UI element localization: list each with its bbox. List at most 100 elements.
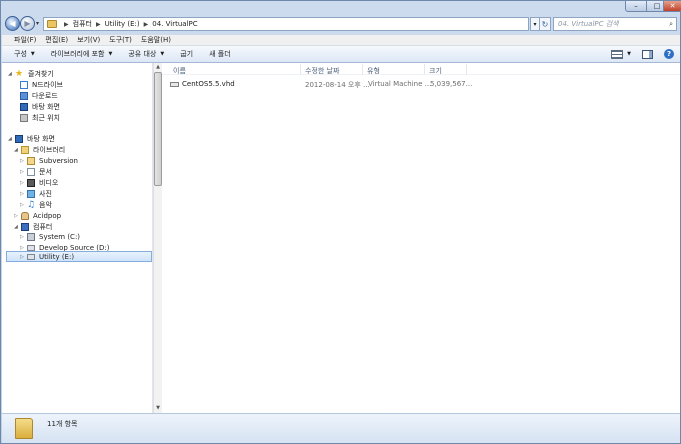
share-button[interactable]: 공유 대상 ▼ [128,49,164,59]
nav-drive-e[interactable]: ▷ Utility (E:) [6,251,152,262]
minimize-button[interactable]: – [625,1,647,12]
nav-drive-e-label: Utility (E:) [39,252,75,261]
address-bar[interactable]: ▶ 컴퓨터 ▶ Utility (E:) ▶ 04. VirtualPC [43,17,529,31]
nav-pictures[interactable]: ▷ 사진 [20,188,52,199]
chevron-down-icon: ▼ [30,51,35,57]
file-name-cell[interactable]: CentOS5.5.vhd [170,80,235,88]
column-divider[interactable] [424,64,425,74]
library-icon [21,145,29,154]
preview-pane-icon[interactable] [642,49,653,59]
navigation-pane: ◢ ★ 즐겨찾기 N드라이브 다운로드 바탕 화면 최근 위치 ◢ 바탕 화면 … [2,63,153,413]
column-divider[interactable] [466,64,467,74]
recent-pages-dropdown[interactable]: ▾ [36,20,39,27]
nav-favorites[interactable]: ◢ ★ 즐겨찾기 [8,68,54,79]
search-icon[interactable]: ⌕ [669,20,673,29]
music-icon: ♫ [27,199,36,210]
collapse-icon[interactable]: ▷ [20,245,27,251]
nav-desktop-fav[interactable]: 바탕 화면 [20,101,60,112]
organize-button[interactable]: 구성 ▼ [14,49,35,59]
column-divider[interactable] [362,64,363,74]
back-button[interactable]: ◀ [5,16,20,31]
menu-file[interactable]: 파일(F) [14,35,36,45]
table-row[interactable]: CentOS5.5.vhd 2012-08-14 오후 ... Virtual … [170,80,472,91]
nav-drive-c-label: System (C:) [39,232,81,241]
column-type[interactable]: 유형 [367,66,380,76]
file-list: 이름 수정한 날짜 유형 크기 CentOS5.5.vhd 2012-08-14… [162,63,680,413]
desktop-icon [15,134,23,143]
nav-desktop-label: 바탕 화면 [27,134,55,143]
expand-icon[interactable]: ◢ [14,147,21,153]
chevron-right-icon[interactable]: ▶ [96,21,101,28]
menu-tools[interactable]: 도구(T) [109,35,132,45]
system-drive-icon [27,232,35,241]
command-bar: 구성 ▼ 라이브러리에 포함 ▼ 공유 대상 ▼ 굽기 새 폴더 ▼ ? [2,46,680,63]
scroll-up-icon[interactable]: ▲ [154,63,162,72]
refresh-icon[interactable]: ↻ [539,17,551,31]
collapse-icon[interactable]: ▷ [14,213,21,219]
status-bar: 11개 항목 [2,413,680,443]
include-library-button[interactable]: 라이브러리에 포함 ▼ [51,49,113,59]
chevron-right-icon[interactable]: ▶ [144,21,149,28]
nav-videos[interactable]: ▷ 비디오 [20,177,58,188]
toolbar-right: ▼ ? [611,49,674,59]
file-modified: 2012-08-14 오후 ... [305,81,370,89]
search-input[interactable]: 04. VirtualPC 검색 ⌕ [553,17,677,31]
include-library-label: 라이브러리에 포함 [50,50,105,58]
collapse-icon[interactable]: ▷ [20,234,27,240]
chevron-right-icon[interactable]: ▶ [64,21,69,28]
collapse-icon[interactable]: ▷ [20,180,27,186]
chevron-down-icon[interactable]: ▼ [627,51,631,57]
nav-user[interactable]: ▷ Acidpop [14,210,61,221]
nav-favorites-label: 즐겨찾기 [28,69,54,78]
column-name[interactable]: 이름 [173,66,186,76]
nav-recent[interactable]: 최근 위치 [20,112,60,123]
nav-ndrive-label: N드라이브 [32,80,63,89]
help-icon[interactable]: ? [664,49,674,59]
menu-view[interactable]: 보기(V) [77,35,100,45]
nav-subversion[interactable]: ▷ Subversion [20,155,78,166]
recent-places-icon [20,113,28,122]
nav-subversion-label: Subversion [39,156,78,165]
search-placeholder: 04. VirtualPC 검색 [558,20,619,28]
scroll-down-icon[interactable]: ▼ [154,404,162,413]
nav-documents-label: 문서 [39,167,52,176]
user-folder-icon [21,211,29,220]
folder-icon [47,20,57,28]
menu-edit[interactable]: 편집(E) [45,35,68,45]
collapse-icon[interactable]: ▷ [20,202,27,208]
folder-icon [15,418,33,439]
file-type: Virtual Machine ... [368,80,432,88]
expand-icon[interactable]: ◢ [14,224,21,230]
close-button[interactable]: ✕ [663,1,681,12]
scroll-thumb[interactable] [154,72,162,186]
nav-drive-c[interactable]: ▷ System (C:) [20,231,80,242]
computer-icon [21,222,29,231]
drive-icon [27,253,35,260]
new-folder-button[interactable]: 새 폴더 [209,49,231,59]
expand-icon[interactable]: ◢ [8,136,15,142]
forward-button[interactable]: ▶ [20,16,35,31]
navigation-scrollbar[interactable]: ▲ ▼ [153,63,162,413]
breadcrumb-utility[interactable]: Utility (E:) [105,20,140,28]
collapse-icon[interactable]: ▷ [20,191,27,197]
nav-downloads[interactable]: 다운로드 [20,90,58,101]
collapse-icon[interactable]: ▷ [20,158,27,164]
menu-help[interactable]: 도움말(H) [141,35,171,45]
view-options-icon[interactable] [611,49,624,59]
nav-library[interactable]: ◢ 라이브러리 [14,144,65,155]
nav-music[interactable]: ▷ ♫ 음악 [20,199,52,210]
breadcrumb-virtualpc[interactable]: 04. VirtualPC [152,20,197,28]
expand-icon[interactable]: ◢ [8,71,15,77]
chevron-down-icon: ▼ [160,51,165,57]
column-divider[interactable] [300,64,301,74]
nav-documents[interactable]: ▷ 문서 [20,166,52,177]
nav-ndrive[interactable]: N드라이브 [20,79,63,90]
collapse-icon[interactable]: ▷ [20,169,27,175]
collapse-icon[interactable]: ▷ [20,254,27,260]
explorer-window: ◀ ▶ ▾ ▶ 컴퓨터 ▶ Utility (E:) ▶ 04. Virtual… [0,0,681,444]
nav-desktop[interactable]: ◢ 바탕 화면 [8,133,55,144]
column-modified[interactable]: 수정한 날짜 [305,66,339,76]
burn-button[interactable]: 굽기 [180,49,193,59]
column-size[interactable]: 크기 [429,66,442,76]
breadcrumb-computer[interactable]: 컴퓨터 [73,19,92,29]
